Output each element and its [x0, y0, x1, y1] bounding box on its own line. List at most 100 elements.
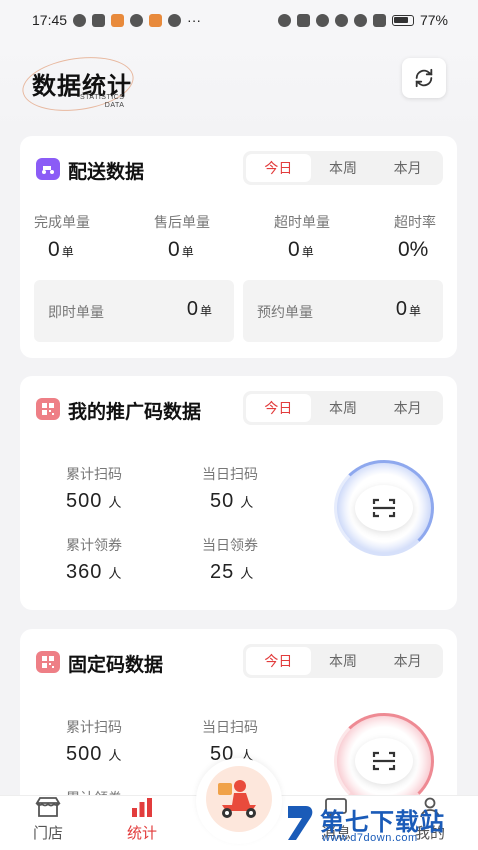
- app-notification-icon: [92, 13, 106, 27]
- battery-icon: [391, 14, 414, 26]
- reserved-orders-number: 0: [395, 298, 407, 320]
- overtime-orders-label: 超时单量: [274, 214, 330, 230]
- fixed-total-scan-value: 500 人: [66, 743, 122, 766]
- logo-subtitle: STATISTICS DATA: [80, 94, 124, 110]
- total-scan-unit: 人: [108, 495, 123, 510]
- tab-month[interactable]: 本月: [375, 394, 440, 422]
- promo-period-selector: 今日 本周 本月: [243, 391, 443, 425]
- fixed-period-selector: 今日 本周 本月: [243, 644, 443, 678]
- reserved-orders-value: 0单: [396, 298, 421, 321]
- refresh-icon: [415, 68, 433, 88]
- promo-scan-button[interactable]: [355, 485, 413, 531]
- tab-month[interactable]: 本月: [375, 647, 440, 675]
- tab-week[interactable]: 本周: [311, 154, 376, 182]
- status-more-dots: ···: [187, 12, 202, 28]
- app-badge-icon: [111, 13, 125, 27]
- fixed-scan-button[interactable]: [355, 738, 413, 784]
- tab-week[interactable]: 本周: [311, 394, 376, 422]
- total-scan-value: 500 人: [66, 490, 122, 513]
- promo-card-title: 我的推广码数据: [68, 402, 202, 423]
- promo-code-card: 我的推广码数据 今日 本周 本月 累计扫码 500 人 当日扫码 50 人 累计领券…: [20, 376, 457, 610]
- watermark-logo-icon: [282, 802, 316, 850]
- completed-orders-value: 0单: [48, 238, 74, 262]
- fixed-card-title: 固定码数据: [68, 655, 164, 676]
- qr-code-icon: [36, 651, 60, 673]
- instant-orders-label: 即时单量: [48, 304, 104, 320]
- tab-stats[interactable]: 统计: [102, 796, 182, 850]
- delivery-card: 配送数据 今日 本周 本月 完成单量 0单 售后单量 0单 超时单量 0单 超时…: [20, 136, 457, 358]
- day-scan-value: 50 人: [210, 490, 254, 513]
- promo-card-header: 我的推广码数据 今日 本周 本月: [20, 376, 457, 440]
- signal-icon: [372, 13, 386, 27]
- qr-code-icon: [36, 398, 60, 420]
- bar-chart-icon: [132, 798, 152, 817]
- instant-orders-value: 0单: [187, 298, 212, 321]
- reserved-orders-label: 预约单量: [257, 304, 313, 320]
- tab-stats-label: 统计: [126, 825, 157, 842]
- store-icon: [35, 797, 61, 817]
- aftersale-orders-label: 售后单量: [154, 214, 210, 230]
- completed-orders-label: 完成单量: [34, 214, 90, 230]
- play-icon: [168, 13, 182, 27]
- total-scan-number: 500: [66, 490, 103, 512]
- fixed-card-header: 固定码数据 今日 本周 本月: [20, 629, 457, 693]
- page-header: 数据统计 STATISTICS DATA: [0, 40, 478, 130]
- battery-percent: 77%: [419, 12, 448, 28]
- delivery-card-title: 配送数据: [68, 162, 145, 183]
- watermark-url: www.d7down.com: [322, 832, 418, 844]
- overtime-rate-label: 超时率: [394, 214, 436, 230]
- completed-orders-unit: 单: [61, 245, 74, 259]
- site-watermark: 第七下载站 www.d7down.com: [282, 800, 474, 848]
- reserved-orders-box: 预约单量 0单: [243, 280, 443, 342]
- completed-orders-number: 0: [48, 238, 60, 261]
- tab-today[interactable]: 今日: [246, 647, 311, 675]
- fixed-total-scan-number: 500: [66, 743, 103, 765]
- overtime-orders-value: 0单: [288, 238, 314, 262]
- aftersale-orders-unit: 单: [181, 245, 194, 259]
- page-logo: 数据统计 STATISTICS DATA: [18, 50, 138, 118]
- bluetooth-icon: [334, 13, 348, 27]
- scooter-icon: [36, 158, 60, 180]
- app-badge-icon-2: [149, 13, 163, 27]
- overtime-orders-unit: 单: [301, 245, 314, 259]
- vibrate-icon: [315, 13, 329, 27]
- scan-icon: [372, 751, 396, 771]
- delivery-card-header: 配送数据 今日 本周 本月: [20, 136, 457, 200]
- fixed-total-scan-unit: 人: [108, 748, 123, 763]
- day-coupon-label: 当日领券: [202, 537, 258, 553]
- scan-icon: [372, 498, 396, 518]
- aftersale-orders-value: 0单: [168, 238, 194, 262]
- deliver-button[interactable]: [206, 766, 272, 832]
- logo-sub-line-1: STATISTICS: [80, 94, 125, 101]
- total-coupon-number: 360: [66, 561, 103, 583]
- aftersale-orders-number: 0: [168, 238, 180, 261]
- refresh-button[interactable]: [402, 58, 446, 98]
- day-coupon-unit: 人: [240, 566, 255, 581]
- total-coupon-unit: 人: [108, 566, 123, 581]
- tab-today[interactable]: 今日: [246, 394, 311, 422]
- total-coupon-label: 累计领券: [66, 537, 122, 553]
- status-bar: 17:45 ··· 77%: [0, 0, 478, 40]
- overtime-orders-number: 0: [288, 238, 300, 261]
- tab-store[interactable]: 门店: [8, 796, 88, 850]
- total-scan-label: 累计扫码: [66, 466, 122, 482]
- reserved-orders-unit: 单: [408, 304, 421, 318]
- tab-week[interactable]: 本周: [311, 647, 376, 675]
- day-scan-unit: 人: [240, 495, 255, 510]
- logo-sub-line-2: DATA: [104, 102, 125, 109]
- instant-orders-box: 即时单量 0单: [34, 280, 234, 342]
- chat-icon: [130, 13, 144, 27]
- day-coupon-number: 25: [210, 561, 235, 583]
- notification-icon: [73, 13, 87, 27]
- eye-icon: [277, 13, 291, 27]
- status-time: 17:45: [32, 12, 68, 28]
- nfc-icon: [296, 13, 310, 27]
- delivery-period-selector: 今日 本周 本月: [243, 151, 443, 185]
- mute-icon: [353, 13, 367, 27]
- tab-store-label: 门店: [32, 825, 63, 842]
- day-scan-label: 当日扫码: [202, 466, 258, 482]
- status-left: 17:45 ···: [32, 12, 201, 28]
- day-scan-number: 50: [210, 490, 235, 512]
- tab-today[interactable]: 今日: [246, 154, 311, 182]
- tab-month[interactable]: 本月: [375, 154, 440, 182]
